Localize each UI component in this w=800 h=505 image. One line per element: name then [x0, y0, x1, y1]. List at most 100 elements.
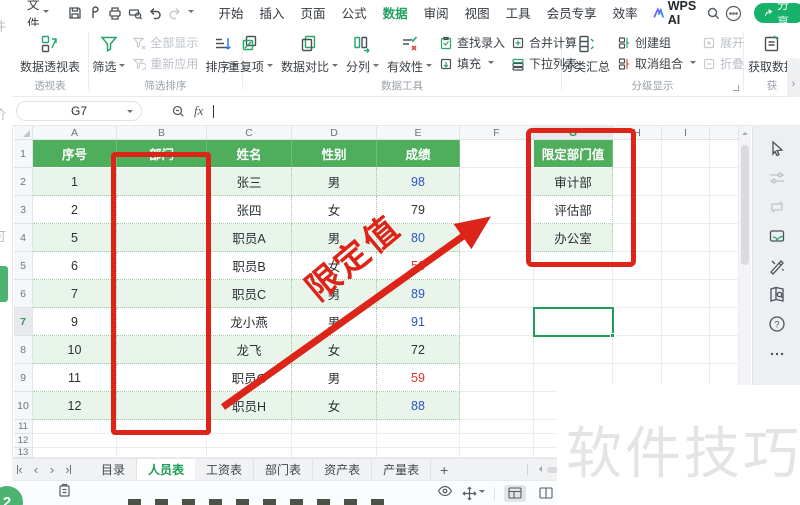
- sheet-tab-department[interactable]: 部门表: [254, 459, 314, 480]
- column-header-A[interactable]: A: [33, 126, 117, 140]
- assets-image-icon[interactable]: [767, 226, 787, 246]
- cell-H7[interactable]: [613, 308, 662, 336]
- cell-C12[interactable]: [207, 434, 292, 448]
- redo-icon[interactable]: [167, 4, 183, 22]
- cell-D13[interactable]: [292, 448, 377, 458]
- cell-F1[interactable]: [460, 140, 534, 168]
- cell-F12[interactable]: [460, 434, 534, 448]
- cell-I4[interactable]: [662, 224, 710, 252]
- cell-F11[interactable]: [460, 420, 534, 434]
- cell-E7[interactable]: 91: [377, 308, 460, 336]
- cell-E6[interactable]: 89: [377, 280, 460, 308]
- tools-icon[interactable]: [767, 256, 787, 276]
- cell-F9[interactable]: [460, 364, 534, 392]
- formula-search-icon[interactable]: [168, 102, 188, 120]
- cell-D9[interactable]: 男: [292, 364, 377, 392]
- sheet-tab-catalog[interactable]: 目录: [90, 459, 138, 480]
- cell-F6[interactable]: [460, 280, 534, 308]
- tab-view[interactable]: 视图: [458, 0, 497, 27]
- quickbar-caret-icon[interactable]: [187, 10, 194, 16]
- next-sheet-icon[interactable]: ›: [44, 459, 60, 480]
- row-header-6[interactable]: 6: [14, 280, 33, 308]
- cell-D8[interactable]: 女: [292, 336, 377, 364]
- text-to-columns-button[interactable]: 分列: [342, 33, 383, 75]
- cell-A9[interactable]: 11: [33, 364, 117, 392]
- show-all-button[interactable]: 全部显示: [132, 34, 198, 51]
- column-header-E[interactable]: E: [377, 126, 460, 140]
- cell-I3[interactable]: [662, 196, 710, 224]
- eye-preview-icon[interactable]: [437, 484, 453, 503]
- fx-icon[interactable]: fx: [194, 103, 203, 119]
- cell-A6[interactable]: 7: [33, 280, 117, 308]
- cell-C1[interactable]: 姓名: [207, 140, 292, 168]
- sheet-tab-assets[interactable]: 资产表: [313, 459, 373, 480]
- data-compare-button[interactable]: 数据对比: [277, 33, 342, 75]
- cell-G6[interactable]: [534, 280, 613, 308]
- column-header-C[interactable]: C: [207, 126, 292, 140]
- tab-membership[interactable]: 会员专享: [540, 0, 604, 27]
- reapply-filter-button[interactable]: 重新应用: [132, 55, 198, 72]
- row-header-8[interactable]: 8: [14, 336, 33, 364]
- undo-icon[interactable]: [147, 4, 163, 22]
- row-header-11[interactable]: 11: [14, 420, 33, 434]
- cell-A11[interactable]: [33, 420, 117, 434]
- row-header-7[interactable]: 7: [14, 308, 33, 336]
- cell-C5[interactable]: 职员B: [207, 252, 292, 280]
- cell-C13[interactable]: [207, 448, 292, 458]
- cell-D12[interactable]: [292, 434, 377, 448]
- row-header-10[interactable]: 10: [14, 392, 33, 420]
- cell-H8[interactable]: [613, 336, 662, 364]
- cell-C10[interactable]: 职员H: [207, 392, 292, 420]
- add-sheet-button[interactable]: +: [431, 459, 457, 480]
- cell-E5[interactable]: 56: [377, 252, 460, 280]
- tab-data[interactable]: 数据: [376, 0, 415, 28]
- share-button[interactable]: 分享: [754, 0, 800, 29]
- row-header-13[interactable]: 13: [14, 447, 33, 458]
- tab-efficiency[interactable]: 效率: [606, 0, 645, 27]
- column-header-D[interactable]: D: [292, 126, 377, 140]
- cell-F4[interactable]: [460, 224, 534, 252]
- cell-A13[interactable]: [33, 448, 117, 458]
- cell-E13[interactable]: [377, 448, 460, 458]
- cell-D10[interactable]: 女: [292, 392, 377, 420]
- view-normal-button[interactable]: [504, 484, 526, 502]
- print-preview-icon[interactable]: [127, 4, 143, 22]
- row-header-1[interactable]: 1: [14, 140, 33, 168]
- cell-E1[interactable]: 成绩: [377, 140, 460, 168]
- fill-button[interactable]: 填充: [439, 55, 505, 72]
- cell-B13[interactable]: [117, 448, 207, 458]
- prev-sheet-icon[interactable]: ‹: [28, 459, 44, 480]
- ungroup-button[interactable]: 取消组合: [617, 55, 696, 72]
- cell-C9[interactable]: 职员G: [207, 364, 292, 392]
- active-cell-outline[interactable]: [533, 307, 615, 338]
- cell-I2[interactable]: [662, 168, 710, 196]
- cell-C3[interactable]: 张四: [207, 196, 292, 224]
- file-menu-caret-icon[interactable]: [42, 10, 49, 16]
- cell-I5[interactable]: [662, 252, 710, 280]
- cell-A5[interactable]: 6: [33, 252, 117, 280]
- column-header-I[interactable]: I: [662, 126, 710, 140]
- filter-button[interactable]: 筛选: [88, 33, 129, 75]
- cell-A2[interactable]: 1: [33, 168, 117, 196]
- cell-D2[interactable]: 男: [292, 168, 377, 196]
- cell-D1[interactable]: 性别: [292, 140, 377, 168]
- cell-E8[interactable]: 72: [377, 336, 460, 364]
- dialog-launcher-icon[interactable]: [733, 85, 740, 91]
- last-sheet-icon[interactable]: ›: [60, 459, 76, 480]
- cell-F5[interactable]: [460, 252, 534, 280]
- cell-C7[interactable]: 龙小燕: [207, 308, 292, 336]
- tab-insert[interactable]: 插入: [253, 0, 292, 27]
- vertical-scroll-thumb[interactable]: [741, 145, 749, 265]
- cell-F8[interactable]: [460, 336, 534, 364]
- export-pdf-icon[interactable]: [87, 4, 103, 22]
- row-header-2[interactable]: 2: [14, 168, 33, 196]
- clipboard-icon[interactable]: [57, 483, 72, 503]
- cell-C11[interactable]: [207, 420, 292, 434]
- cell-D11[interactable]: [292, 420, 377, 434]
- sheet-tab-personnel[interactable]: 人员表: [137, 459, 196, 480]
- row-header-9[interactable]: 9: [14, 364, 33, 392]
- cell-E2[interactable]: 98: [377, 168, 460, 196]
- subtotal-button[interactable]: 分类汇总: [558, 33, 614, 75]
- properties-sliders-icon[interactable]: [767, 168, 787, 188]
- cell-F2[interactable]: [460, 168, 534, 196]
